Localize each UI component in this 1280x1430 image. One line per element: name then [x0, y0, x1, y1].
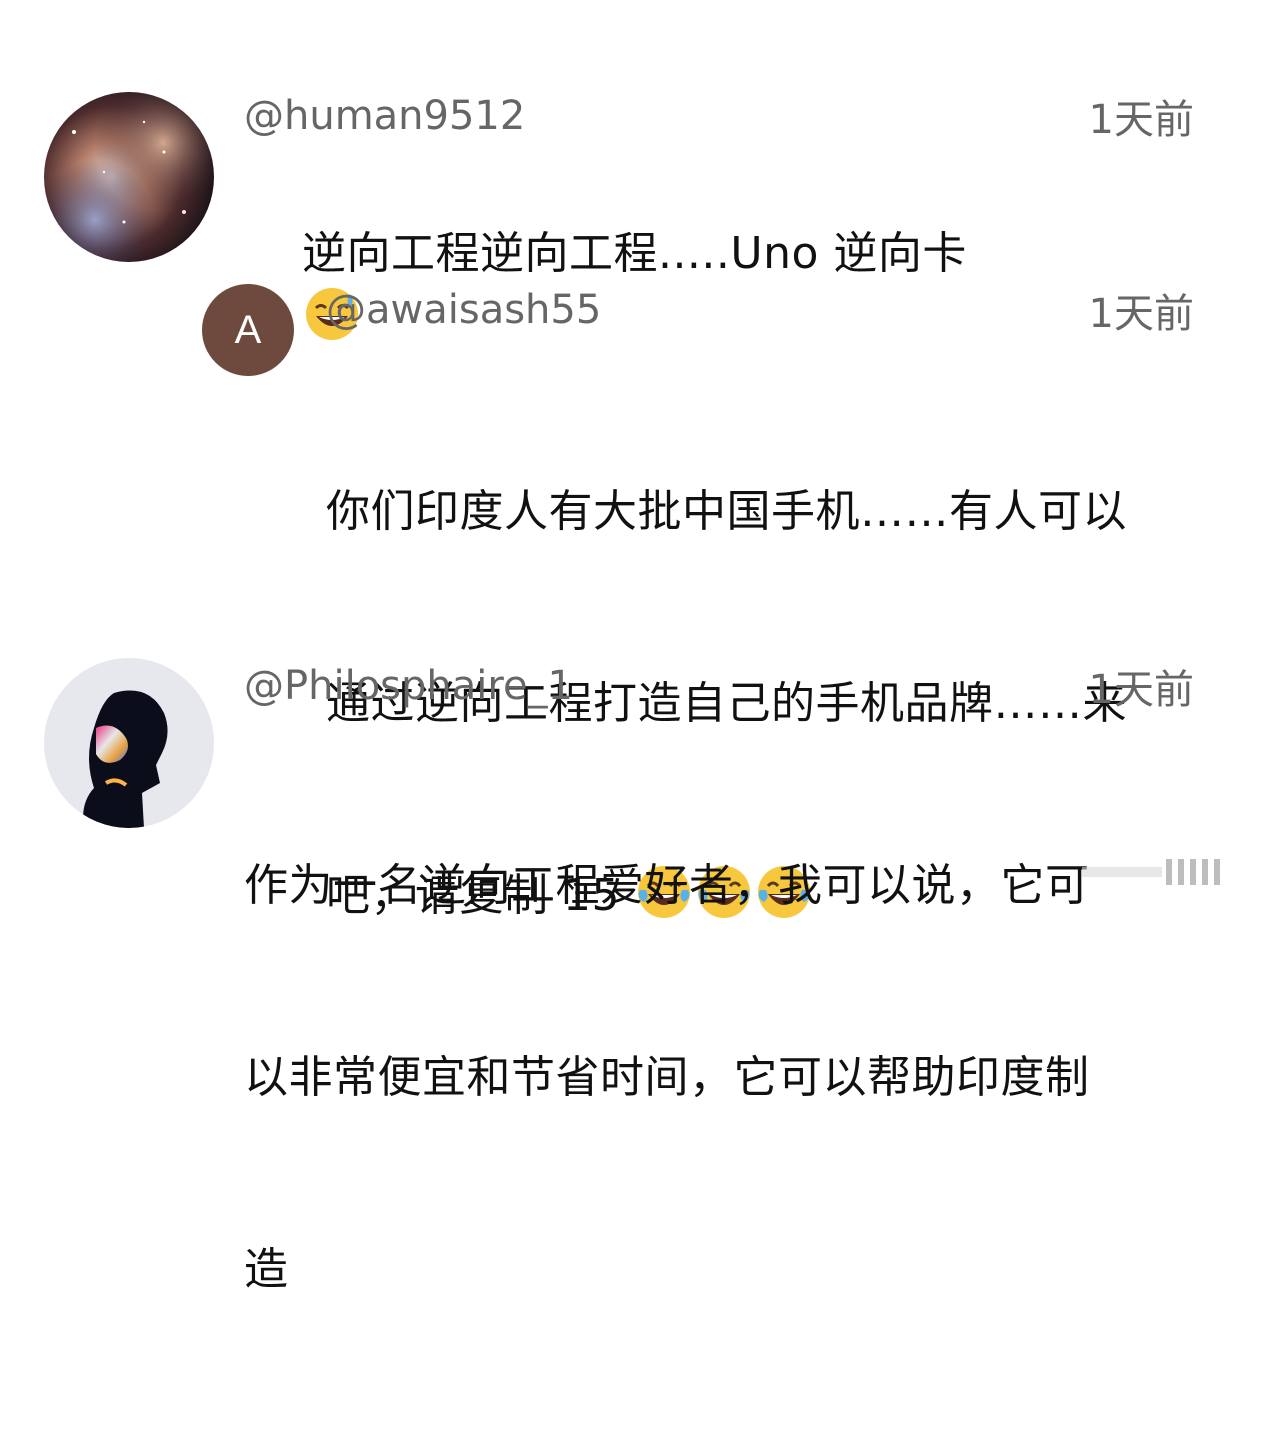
- avatar-letter: A: [234, 307, 262, 352]
- comment-timestamp: 1天前: [1088, 291, 1194, 337]
- comment-text-line: 作为一名逆向工程爱好者，我可以说，它可: [244, 860, 1090, 911]
- comment-text-line: 以非常便宜和节省时间，它可以帮助印度制: [244, 1052, 1090, 1103]
- comment-username[interactable]: @Philosphaire_1: [244, 662, 573, 710]
- avatar[interactable]: [44, 92, 214, 262]
- comment-text: 作为一名逆向工程爱好者，我可以说，它可 以非常便宜和节省时间，它可以帮助印度制 …: [244, 726, 1090, 1430]
- comment-text-line: 造: [244, 1244, 289, 1295]
- comment-username[interactable]: @awaisash55: [326, 286, 601, 334]
- watermark-logo-icon: [1082, 855, 1252, 893]
- comment-text-line: 你们印度人有大批中国手机……有人可以: [326, 486, 1127, 537]
- nebula-avatar-image: [44, 92, 214, 262]
- comment-timestamp: 1天前: [1088, 667, 1194, 713]
- comment-item: @human9512 1天前 逆向工程逆向工程.....Uno 逆向卡: [0, 0, 1280, 340]
- silhouette-avatar-image: [83, 690, 168, 828]
- comment-timestamp: 1天前: [1088, 97, 1194, 143]
- avatar[interactable]: [44, 658, 214, 828]
- comment-username[interactable]: @human9512: [244, 92, 525, 140]
- avatar[interactable]: A: [202, 284, 294, 376]
- reply-item: A @awaisash55 1天前 你们印度人有大批中国手机……有人可以 通过逆…: [0, 270, 1280, 921]
